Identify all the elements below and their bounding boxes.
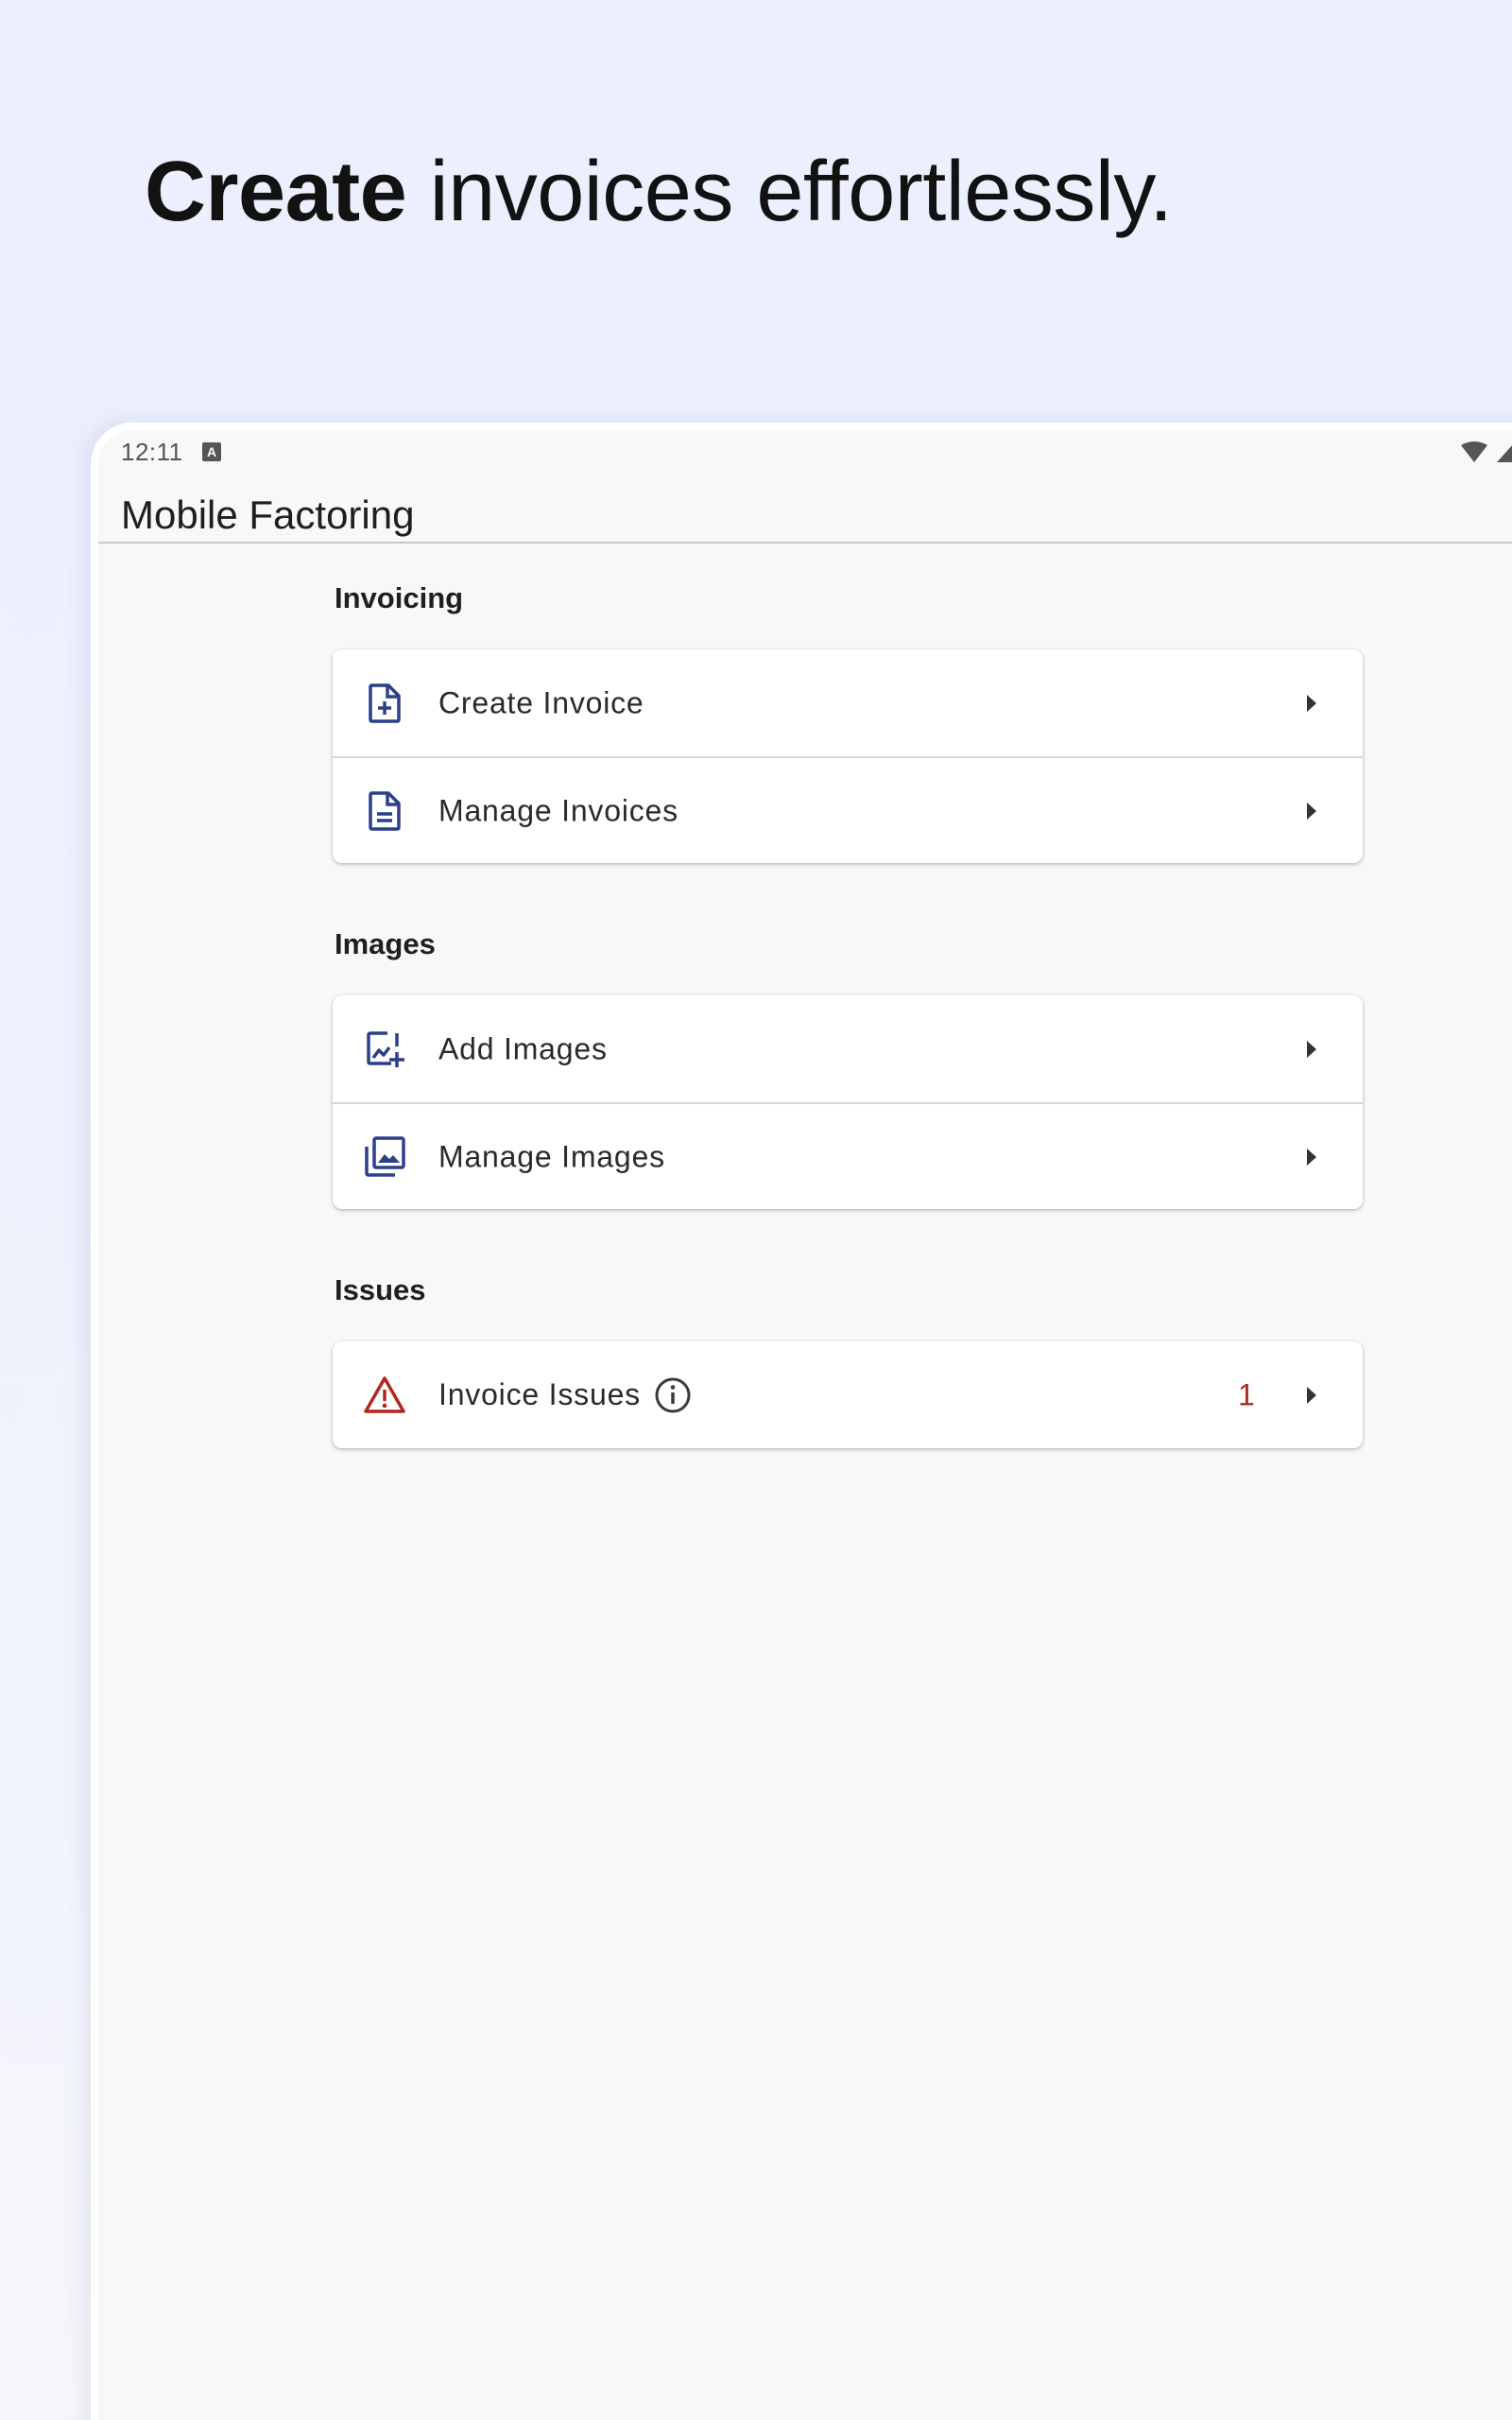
menu-item-manage-invoices[interactable]: Manage Invoices [333,756,1363,863]
status-time: 12:11 [121,438,183,466]
menu-item-label: Manage Invoices [438,793,679,827]
section-title-invoicing: Invoicing [335,581,464,614]
menu-item-label: Manage Images [438,1139,665,1173]
chevron-right-icon [1302,800,1321,822]
menu-item-label: Create Invoice [438,685,644,719]
section-title-issues: Issues [335,1273,426,1306]
menu-item-label-wrap: Invoice Issues [438,1376,692,1414]
menu-item-manage-images[interactable]: Manage Images [333,1102,1363,1209]
wifi-icon [1459,440,1512,469]
status-bar: 12:11 A [98,430,1512,468]
issues-card: Invoice Issues 1 [333,1341,1363,1448]
section-title-images: Images [335,927,436,960]
notification-icon: A [202,442,221,461]
menu-item-label: Invoice Issues [438,1377,641,1411]
file-plus-icon [363,682,406,725]
menu-item-label: Add Images [438,1031,608,1065]
invoicing-card: Create Invoice Manage Invoices [333,649,1363,863]
add-image-icon [363,1028,406,1071]
menu-item-add-images[interactable]: Add Images [333,995,1363,1102]
info-icon[interactable] [654,1376,692,1414]
app-title: Mobile Factoring [121,493,415,537]
images-card: Add Images Manage Images [333,995,1363,1209]
device-screen: 12:11 A Mobile Factoring Invoicing Creat… [91,423,1512,2420]
menu-content: Invoicing Create Invoice Manage Invoices… [333,581,1363,1448]
file-lines-icon [363,789,406,833]
image-library-icon [363,1135,406,1179]
chevron-right-icon [1302,692,1321,715]
chevron-right-icon [1302,1038,1321,1061]
headline-bold: Create [145,145,407,239]
headline-rest: invoices effortlessly. [406,145,1173,239]
chevron-right-icon [1302,1384,1321,1407]
warning-icon [363,1374,406,1417]
app-bar: Mobile Factoring [98,468,1512,544]
promo-headline: Create invoices effortlessly. [145,140,1173,244]
menu-item-invoice-issues[interactable]: Invoice Issues 1 [333,1341,1363,1448]
menu-item-create-invoice[interactable]: Create Invoice [333,649,1363,756]
issue-count-badge: 1 [1238,1377,1255,1411]
chevron-right-icon [1302,1146,1321,1168]
